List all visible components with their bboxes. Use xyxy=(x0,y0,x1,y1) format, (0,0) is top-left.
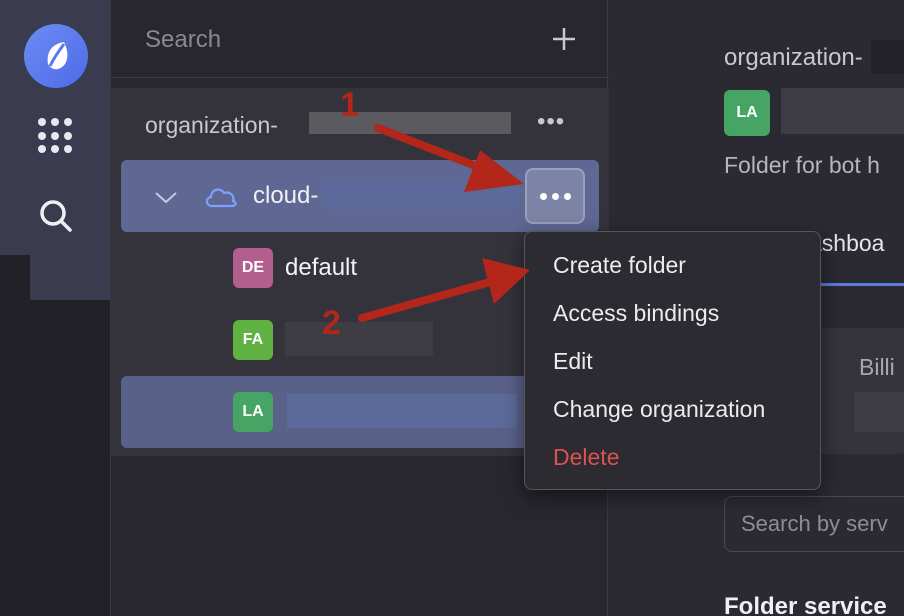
search-icon[interactable] xyxy=(36,196,76,236)
org-more-icon[interactable]: ••• xyxy=(537,108,565,136)
menu-item-edit[interactable]: Edit xyxy=(553,348,593,375)
cloud-logo-icon[interactable] xyxy=(24,24,88,88)
billing-label: Billi xyxy=(859,354,895,380)
plus-icon[interactable] xyxy=(551,26,577,52)
chevron-down-icon[interactable] xyxy=(153,188,179,206)
tree-search-bar: Search xyxy=(111,0,609,78)
folder-badge-default: DE xyxy=(233,248,273,288)
redacted-cloud-name xyxy=(323,180,517,210)
menu-item-create-folder[interactable]: Create folder xyxy=(553,252,686,279)
service-search-placeholder: Search by serv xyxy=(741,511,888,536)
annotation-step-2: 2 xyxy=(322,304,341,342)
menu-item-access-bindings[interactable]: Access bindings xyxy=(553,300,719,327)
main-folder-badge: LA xyxy=(724,90,770,136)
section-title: Folder service xyxy=(724,593,887,616)
grid-icon[interactable] xyxy=(38,118,74,154)
cloud-name: cloud- xyxy=(253,182,319,209)
cloud-more-button[interactable] xyxy=(525,168,585,224)
folder-description: Folder for bot h xyxy=(724,152,880,178)
context-menu: Create folder Access bindings Edit Chang… xyxy=(524,231,821,490)
active-tab-indicator xyxy=(819,283,904,286)
redacted-main-org xyxy=(871,40,904,74)
app-rail xyxy=(0,0,110,616)
service-search-input[interactable]: Search by serv xyxy=(724,496,904,552)
redacted-main-folder xyxy=(781,88,904,134)
cloud-icon xyxy=(205,188,237,208)
folder-label-default[interactable]: default xyxy=(285,254,357,282)
redacted-folder-name xyxy=(287,394,517,428)
folder-badge-fa: FA xyxy=(233,320,273,360)
redacted-billing xyxy=(854,392,904,432)
tree-search-input[interactable]: Search xyxy=(145,26,221,54)
redacted-folder-name[interactable] xyxy=(285,322,433,356)
organization-name[interactable]: organization- xyxy=(145,112,278,139)
menu-item-delete[interactable]: Delete xyxy=(553,444,619,471)
folder-badge-la: LA xyxy=(233,392,273,432)
main-org-name: organization- xyxy=(724,44,863,71)
menu-item-change-organization[interactable]: Change organization xyxy=(553,396,765,423)
annotation-step-1: 1 xyxy=(340,86,359,124)
